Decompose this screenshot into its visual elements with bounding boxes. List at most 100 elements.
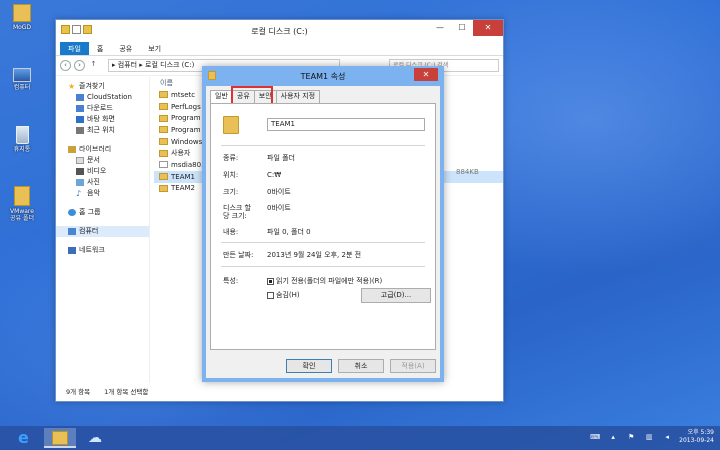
ok-button[interactable]: 확인	[286, 359, 332, 373]
cloud-icon: ☁	[88, 430, 102, 446]
folder-icon	[159, 114, 168, 122]
forward-button[interactable]: ›	[74, 60, 85, 71]
status-bar: 9개 항목 1개 항목 선택함	[56, 383, 503, 401]
hidden-option: 숨김(H)	[267, 291, 300, 299]
back-button[interactable]: ‹	[60, 60, 71, 71]
taskbar-ie[interactable]: e	[10, 428, 42, 448]
network-icon	[68, 247, 76, 254]
prop-created: 만든 날짜: 2013년 9월 24일 오후, 2분 전	[223, 251, 362, 259]
nav-item-videos[interactable]: 비디오	[56, 166, 149, 177]
nav-item-pictures[interactable]: 사진	[56, 177, 149, 188]
folder-icon	[159, 173, 168, 181]
folder-icon	[52, 431, 68, 445]
readonly-option: 읽기 전용(폴더의 파일에만 적용)(R)	[267, 277, 382, 285]
video-icon	[76, 168, 84, 175]
folder-name-input[interactable]: TEAM1	[267, 118, 425, 131]
dialog-title: TEAM1 속성	[300, 72, 346, 81]
minimize-button[interactable]: —	[429, 20, 451, 36]
network-icon[interactable]: ▥	[643, 432, 655, 442]
chevron-up-icon[interactable]: ▴	[607, 432, 619, 442]
prop-size-on-disk: 디스크 할 당 크기: 0바이트	[223, 204, 291, 220]
picture-icon	[76, 179, 84, 186]
keyboard-icon[interactable]: ⌨	[589, 432, 601, 442]
taskbar-file-explorer[interactable]	[44, 428, 76, 448]
readonly-checkbox[interactable]	[267, 277, 274, 285]
nav-libraries[interactable]: 라이브러리	[56, 144, 149, 155]
desktop-icon-mogd[interactable]: MoGD	[4, 4, 40, 31]
apply-button[interactable]: 적용(A)	[390, 359, 436, 373]
folder-icon	[223, 116, 239, 134]
document-icon	[76, 157, 84, 164]
dialog-titlebar: TEAM1 속성 ✕	[202, 66, 444, 86]
up-button[interactable]: ↑	[88, 60, 99, 71]
recycle-bin-icon	[15, 126, 29, 144]
divider	[221, 242, 425, 243]
internet-explorer-icon: e	[18, 428, 29, 447]
desktop-icon-computer[interactable]: 컴퓨터	[4, 68, 40, 91]
divider	[221, 266, 425, 267]
star-icon: ★	[68, 82, 76, 91]
dialog-tabs: 일반 공유 보안 사용자 지정	[210, 90, 321, 104]
folder-icon	[159, 138, 168, 146]
clock-time: 오후 5:39	[687, 429, 714, 436]
nav-favorites[interactable]: ★ 즐겨찾기	[56, 81, 149, 92]
nav-item-documents[interactable]: 문서	[56, 155, 149, 166]
navigation-pane: ★ 즐겨찾기 CloudStation 다운로드 바탕 화면 최근 위치 라이브러…	[56, 77, 150, 383]
clock[interactable]: 오후 5:39 2013-09-24	[679, 429, 714, 445]
ribbon-tab-view[interactable]: 보기	[140, 42, 169, 55]
desktop-icon-recycle-bin[interactable]: 휴지통	[4, 126, 40, 153]
library-icon	[68, 146, 76, 153]
nav-item-downloads[interactable]: 다운로드	[56, 103, 149, 114]
explorer-titlebar: 로컬 디스크 (C:) — ☐ ✕	[56, 20, 503, 42]
dialog-button-row: 확인 취소 적용(A)	[286, 359, 436, 373]
prop-location: 위치: C:₩	[223, 171, 282, 179]
flag-icon[interactable]: ⚑	[625, 432, 637, 442]
nav-homegroup[interactable]: 홈 그룹	[56, 207, 149, 218]
recent-icon	[76, 127, 84, 134]
status-selected-count: 1개 항목 선택함	[104, 388, 149, 396]
desktop-icon-vmware-shared[interactable]: VMware 공유 폴더	[4, 186, 40, 222]
music-icon: ♪	[76, 189, 82, 198]
folder-icon	[159, 149, 168, 157]
status-item-count: 9개 항목	[66, 388, 91, 396]
folder-icon	[13, 4, 31, 22]
tab-security[interactable]: 보안	[253, 90, 277, 103]
tab-general[interactable]: 일반	[210, 90, 233, 104]
prop-contents: 내용: 파일 0, 폴더 0	[223, 228, 311, 236]
advanced-button[interactable]: 고급(D)...	[361, 288, 431, 303]
ribbon-tab-share[interactable]: 공유	[111, 42, 140, 55]
prop-attributes: 특성: 읽기 전용(폴더의 파일에만 적용)(R)	[223, 277, 383, 285]
nav-network[interactable]: 네트워크	[56, 245, 149, 256]
dialog-close-button[interactable]: ✕	[414, 68, 438, 81]
hidden-checkbox[interactable]	[267, 291, 274, 299]
homegroup-icon	[68, 209, 76, 216]
properties-dialog: TEAM1 속성 ✕ 일반 공유 보안 사용자 지정 TEAM1 종류: 파일 폴…	[202, 66, 444, 382]
close-button[interactable]: ✕	[473, 20, 503, 36]
file-icon	[159, 161, 168, 169]
nav-item-cloudstation[interactable]: CloudStation	[56, 92, 149, 103]
nav-item-recent[interactable]: 최근 위치	[56, 125, 149, 136]
taskbar: e ☁ ⌨ ▴ ⚑ ▥ ◂ 오후 5:39 2013-09-24	[0, 426, 720, 450]
maximize-button[interactable]: ☐	[451, 20, 473, 36]
tab-customize[interactable]: 사용자 지정	[275, 90, 321, 103]
prop-type: 종류: 파일 폴더	[223, 154, 295, 162]
nav-computer[interactable]: 컴퓨터	[56, 226, 149, 237]
nav-item-desktop[interactable]: 바탕 화면	[56, 114, 149, 125]
folder-icon	[14, 186, 30, 206]
taskbar-cloudstation[interactable]: ☁	[80, 428, 112, 448]
ribbon-tabs: 파일 홈 공유 보기	[56, 42, 503, 56]
tab-sharing[interactable]: 공유	[231, 90, 255, 103]
volume-icon[interactable]: ◂	[661, 432, 673, 442]
ribbon-tab-home[interactable]: 홈	[89, 42, 111, 55]
computer-icon	[13, 68, 31, 82]
general-tab-panel: TEAM1 종류: 파일 폴더 위치: C:₩ 크기: 0바이트 디스크 할 당 크기…	[210, 103, 436, 350]
nav-item-music[interactable]: ♪ 음악	[56, 188, 149, 199]
prop-size: 크기: 0바이트	[223, 188, 291, 196]
ribbon-tab-file[interactable]: 파일	[60, 42, 89, 55]
folder-icon	[159, 103, 168, 111]
cancel-button[interactable]: 취소	[338, 359, 384, 373]
folder-icon	[76, 94, 84, 101]
computer-icon	[68, 228, 76, 235]
divider	[221, 145, 425, 146]
desktop-icon	[76, 116, 84, 123]
